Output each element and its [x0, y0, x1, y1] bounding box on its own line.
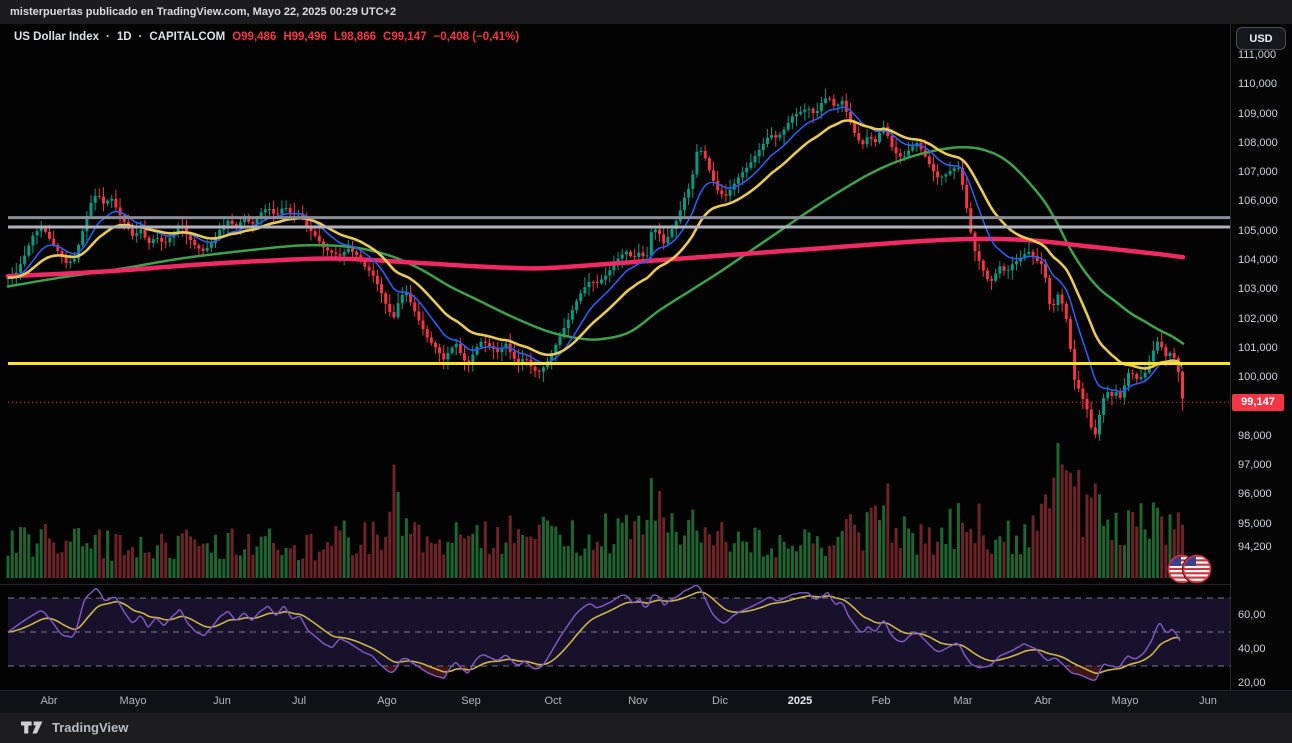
price-axis-tick: 102,000 — [1238, 313, 1278, 325]
price-axis-tick: 98,000 — [1238, 430, 1272, 442]
time-axis-label: Mar — [953, 695, 973, 707]
time-axis-label: Mayo — [1111, 695, 1139, 707]
time-axis-label: Abr — [1034, 695, 1052, 707]
price-axis-tick: 94,200 — [1238, 541, 1272, 553]
time-axis-label: Mayo — [119, 695, 147, 707]
time-axis-label: Jun — [1199, 695, 1217, 707]
time-axis-label: 2025 — [787, 695, 813, 707]
legend-open-value: O99,486 — [232, 31, 277, 43]
tradingview-chart-window: misterpuertas publicado en TradingView.c… — [0, 0, 1292, 743]
tradingview-logo-text: TradingView — [52, 720, 129, 735]
price-axis-tick: 103,000 — [1238, 283, 1278, 295]
time-axis-label: Ago — [377, 695, 397, 707]
legend-exchange[interactable]: CAPITALCOM — [149, 31, 225, 43]
legend-close-value: C99,147 — [383, 31, 427, 43]
footer-bar: TradingView — [0, 713, 1292, 743]
price-axis-tick: 60,00 — [1238, 609, 1266, 621]
price-axis-tick: 101,000 — [1238, 342, 1278, 354]
price-axis-tick: 95,000 — [1238, 518, 1272, 530]
symbol-flag-icons — [1167, 554, 1212, 584]
price-axis-tick: 96,000 — [1238, 488, 1272, 500]
legend-timeframe[interactable]: 1D — [117, 31, 132, 43]
tradingview-logo[interactable]: TradingView — [20, 720, 128, 735]
price-chart-canvas[interactable] — [0, 0, 1292, 743]
last-price-label: 99,147 — [1232, 393, 1284, 411]
legend-low-value: L98,866 — [333, 31, 377, 43]
legend-separator: · — [138, 31, 143, 43]
price-axis-tick: 104,000 — [1238, 254, 1278, 266]
legend-high-value: H99,496 — [283, 31, 327, 43]
time-axis-label: Jun — [213, 695, 231, 707]
price-axis-tick: 110,000 — [1238, 78, 1277, 90]
tradingview-logo-icon — [21, 721, 43, 734]
price-axis-tick: 107,000 — [1238, 166, 1278, 178]
time-axis-label: Dic — [712, 695, 728, 707]
price-axis-tick: 97,000 — [1238, 459, 1272, 471]
price-axis-tick: 111,000 — [1238, 49, 1277, 61]
time-axis-label: Abr — [40, 695, 58, 707]
legend-change-value: −0,408 (−0,41%) — [433, 31, 520, 43]
time-axis-label: Oct — [544, 695, 562, 707]
legend-symbol[interactable]: US Dollar Index — [14, 31, 99, 43]
us-flag-icon — [1182, 554, 1212, 584]
legend-separator: · — [106, 31, 110, 43]
price-axis-tick: 100,000 — [1238, 371, 1278, 383]
price-axis-tick: 106,000 — [1238, 195, 1278, 207]
currency-toggle-button[interactable]: USD — [1236, 27, 1286, 50]
pane-separator[interactable] — [0, 584, 1292, 585]
time-axis-label: Feb — [871, 695, 891, 707]
price-axis-tick: 20,00 — [1238, 677, 1266, 689]
time-axis[interactable]: Abr Mayo Jun Jul Ago Sep Oct Nov Dic 2025 Feb Mar Ab… — [0, 690, 1292, 713]
price-axis-tick: 108,000 — [1238, 137, 1278, 149]
price-axis-tick: 105,000 — [1238, 225, 1278, 237]
price-axis-tick: 40,00 — [1238, 643, 1266, 655]
price-axis-tick: 109,000 — [1238, 108, 1278, 120]
time-axis-label: Sep — [461, 695, 481, 707]
time-axis-label: Nov — [628, 695, 648, 707]
symbol-legend[interactable]: US Dollar Index · 1D · CAPITALCOM O99,48… — [14, 31, 519, 43]
price-axis[interactable]: USD 99,147 111,000 110,000 109,000 108,000 1… — [1230, 24, 1292, 690]
time-axis-label: Jul — [291, 695, 307, 707]
